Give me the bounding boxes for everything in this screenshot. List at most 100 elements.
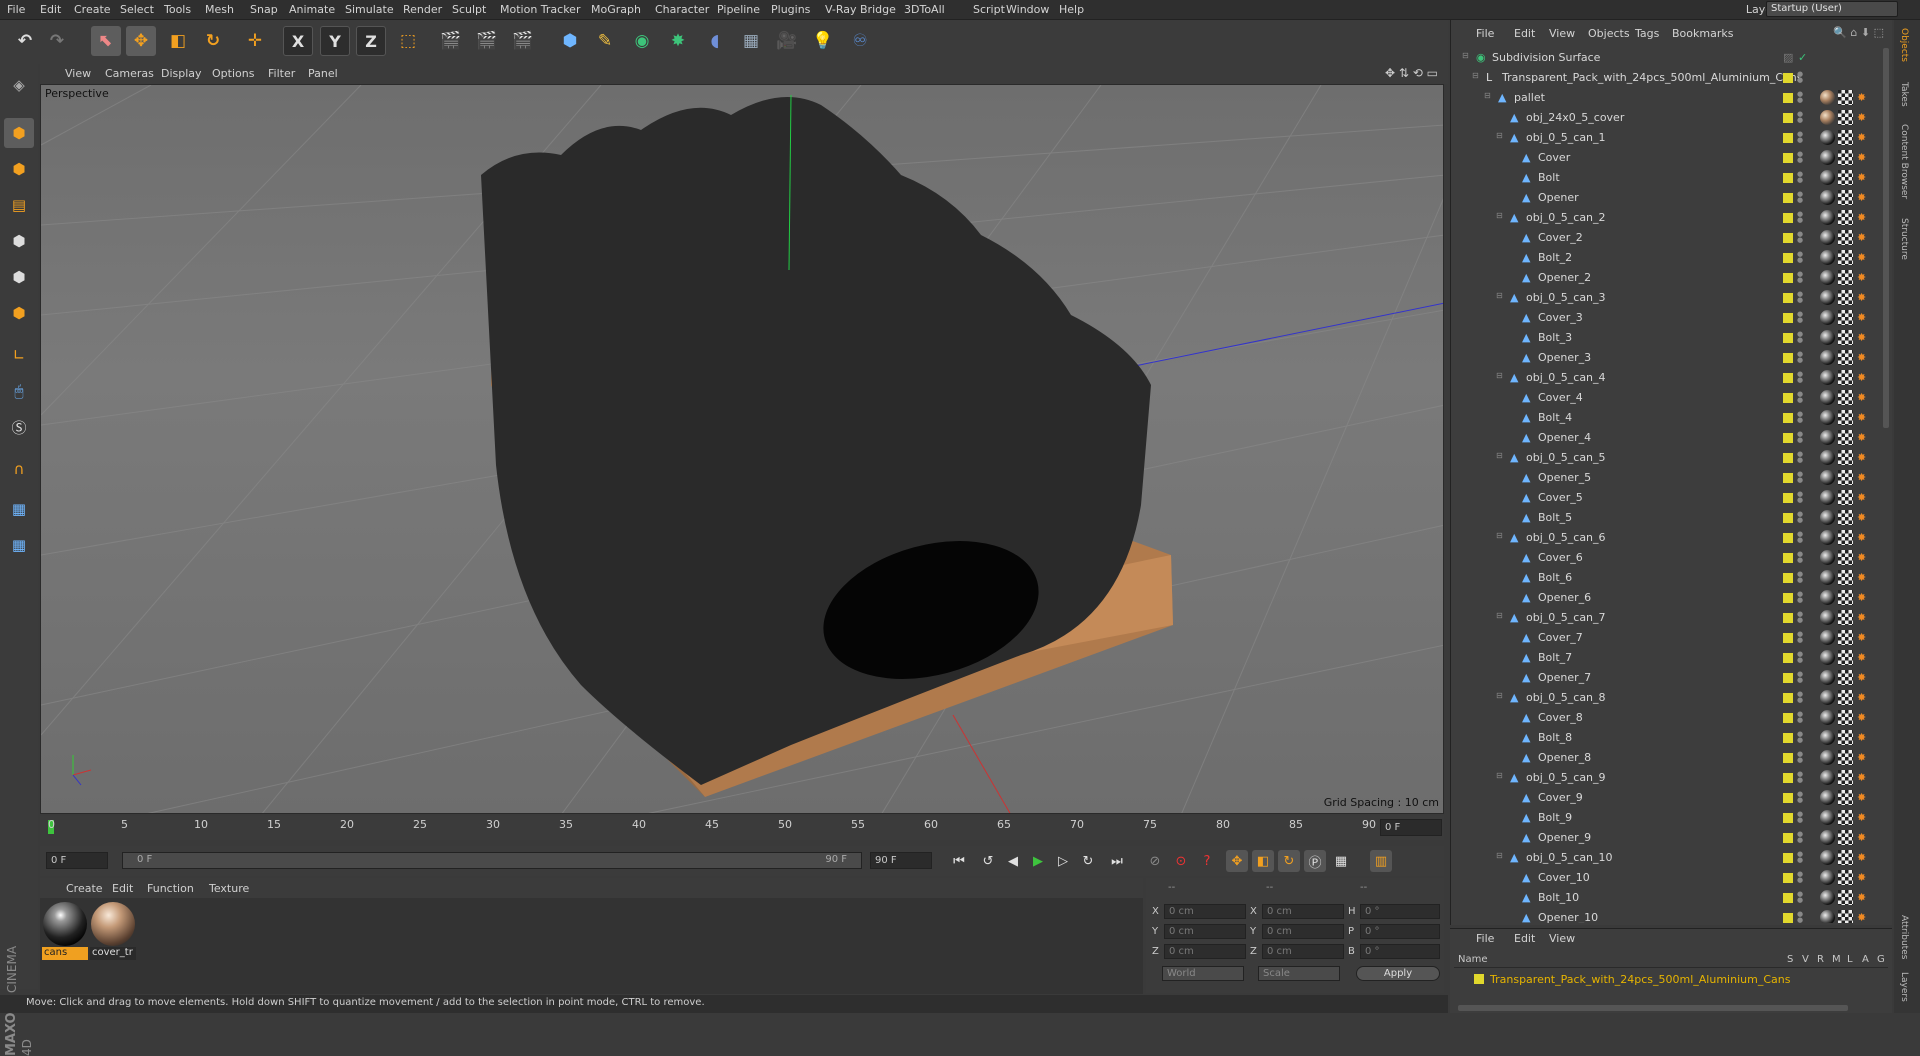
object-row[interactable]: ▲Opener_5●●✸ bbox=[1452, 468, 1886, 488]
z-axis-toggle[interactable]: Z bbox=[356, 26, 386, 56]
layer-color-swatch[interactable] bbox=[1783, 353, 1793, 363]
visibility-dots-icon[interactable]: ●● bbox=[1797, 711, 1803, 723]
floor-icon[interactable]: ▦ bbox=[736, 26, 766, 56]
uv-tag-icon[interactable] bbox=[1838, 530, 1853, 545]
material-tag-icon[interactable] bbox=[1820, 730, 1835, 745]
object-row[interactable]: ▲Cover_8●●✸ bbox=[1452, 708, 1886, 728]
layer-column-a[interactable]: A bbox=[1862, 954, 1869, 965]
rotation-h-field[interactable]: 0 ° bbox=[1360, 904, 1440, 919]
layer-color-swatch[interactable] bbox=[1783, 793, 1793, 803]
object-manager-nav-icons[interactable]: 🔍 ⌂ ⬇ ⬚ bbox=[1833, 26, 1884, 39]
object-row[interactable]: ▲Cover_10●●✸ bbox=[1452, 868, 1886, 888]
viewport-menu-display[interactable]: Display bbox=[161, 67, 202, 80]
uv-tag-icon[interactable] bbox=[1838, 190, 1853, 205]
layer-menu-view[interactable]: View bbox=[1549, 932, 1575, 945]
material-swatch-cover[interactable]: cover_tr bbox=[90, 901, 136, 959]
autokey-icon[interactable]: ⊙ bbox=[1170, 850, 1192, 872]
position-z-field[interactable]: 0 cm bbox=[1164, 944, 1246, 959]
phong-tag-icon[interactable]: ✸ bbox=[1857, 151, 1869, 163]
object-menu-view[interactable]: View bbox=[1549, 27, 1575, 40]
object-row[interactable]: ⊟▲obj_0_5_can_7●●✸ bbox=[1452, 608, 1886, 628]
layer-color-swatch[interactable] bbox=[1783, 113, 1793, 123]
undo-icon[interactable]: ↶ bbox=[10, 26, 40, 56]
phong-tag-icon[interactable]: ✸ bbox=[1857, 891, 1869, 903]
layer-color-swatch[interactable] bbox=[1783, 233, 1793, 243]
layer-color-swatch[interactable] bbox=[1783, 493, 1793, 503]
material-tag-icon[interactable] bbox=[1820, 750, 1835, 765]
uv-tag-icon[interactable] bbox=[1838, 470, 1853, 485]
prev-frame-icon[interactable]: ◀ bbox=[1002, 850, 1024, 872]
visibility-dots-icon[interactable]: ●● bbox=[1797, 651, 1803, 663]
polygons-mode-icon[interactable]: ⬢ bbox=[4, 298, 34, 328]
object-row[interactable]: ⊟▲obj_0_5_can_3●●✸ bbox=[1452, 288, 1886, 308]
layer-color-swatch[interactable] bbox=[1783, 733, 1793, 743]
transform-icon[interactable]: ✛ bbox=[240, 26, 270, 56]
visibility-dots-icon[interactable]: ●● bbox=[1797, 291, 1803, 303]
uv-tag-icon[interactable] bbox=[1838, 610, 1853, 625]
object-row[interactable]: ▲Cover_6●●✸ bbox=[1452, 548, 1886, 568]
uv-tag-icon[interactable] bbox=[1838, 790, 1853, 805]
phong-tag-icon[interactable]: ✸ bbox=[1857, 351, 1869, 363]
phong-tag-icon[interactable]: ✸ bbox=[1857, 271, 1869, 283]
visibility-dots-icon[interactable]: ●● bbox=[1797, 511, 1803, 523]
visibility-dots-icon[interactable]: ●● bbox=[1797, 311, 1803, 323]
material-tag-icon[interactable] bbox=[1820, 190, 1835, 205]
layer-color-swatch[interactable] bbox=[1783, 853, 1793, 863]
coordinate-system-icon[interactable]: ⬚ bbox=[393, 26, 423, 56]
material-tag-icon[interactable] bbox=[1820, 770, 1835, 785]
visibility-dots-icon[interactable]: ●● bbox=[1797, 611, 1803, 623]
object-row[interactable]: ▲Opener_7●●✸ bbox=[1452, 668, 1886, 688]
object-row[interactable]: ⊟▲obj_0_5_can_8●●✸ bbox=[1452, 688, 1886, 708]
material-tag-icon[interactable] bbox=[1820, 610, 1835, 625]
material-tag-icon[interactable] bbox=[1820, 530, 1835, 545]
visibility-dots-icon[interactable]: ●● bbox=[1797, 531, 1803, 543]
layer-color-swatch[interactable] bbox=[1783, 133, 1793, 143]
material-tag-icon[interactable] bbox=[1820, 130, 1835, 145]
object-menu-tags[interactable]: Tags bbox=[1635, 27, 1659, 40]
expand-toggle-icon[interactable]: ⊟ bbox=[1496, 611, 1504, 619]
rotation-p-field[interactable]: 0 ° bbox=[1360, 924, 1440, 939]
material-tag-icon[interactable] bbox=[1820, 310, 1835, 325]
layout-select[interactable]: Startup (User) bbox=[1766, 1, 1898, 17]
material-tag-icon[interactable] bbox=[1820, 330, 1835, 345]
viewport-menu-panel[interactable]: Panel bbox=[308, 67, 338, 80]
uv-tag-icon[interactable] bbox=[1838, 850, 1853, 865]
phong-tag-icon[interactable]: ✸ bbox=[1857, 711, 1869, 723]
uv-tag-icon[interactable] bbox=[1838, 250, 1853, 265]
visibility-dots-icon[interactable]: ●● bbox=[1797, 551, 1803, 563]
expand-toggle-icon[interactable]: ⊟ bbox=[1472, 71, 1480, 79]
object-row[interactable]: ⊟▲obj_0_5_can_5●●✸ bbox=[1452, 448, 1886, 468]
points-mode-icon[interactable]: ⬢ bbox=[4, 226, 34, 256]
material-tag-icon[interactable] bbox=[1820, 510, 1835, 525]
layer-color-swatch[interactable] bbox=[1783, 753, 1793, 763]
rotation-b-field[interactable]: 0 ° bbox=[1360, 944, 1440, 959]
layer-color-swatch[interactable] bbox=[1783, 813, 1793, 823]
object-row[interactable]: ⊟LTransparent_Pack_with_24pcs_500ml_Alum… bbox=[1452, 68, 1886, 88]
uv-tag-icon[interactable] bbox=[1838, 890, 1853, 905]
material-tag-icon[interactable] bbox=[1820, 650, 1835, 665]
material-tag-icon[interactable] bbox=[1820, 90, 1835, 105]
layer-color-swatch[interactable] bbox=[1783, 893, 1793, 903]
layer-scrollbar[interactable] bbox=[1458, 1005, 1848, 1011]
uv-tag-icon[interactable] bbox=[1838, 730, 1853, 745]
visibility-dots-icon[interactable]: ●● bbox=[1797, 471, 1803, 483]
phong-tag-icon[interactable]: ✸ bbox=[1857, 571, 1869, 583]
uv-tag-icon[interactable] bbox=[1838, 370, 1853, 385]
menu-help[interactable]: Help bbox=[1059, 3, 1084, 16]
phong-tag-icon[interactable]: ✸ bbox=[1857, 131, 1869, 143]
phong-tag-icon[interactable]: ✸ bbox=[1857, 791, 1869, 803]
phong-tag-icon[interactable]: ✸ bbox=[1857, 431, 1869, 443]
material-tag-icon[interactable] bbox=[1820, 150, 1835, 165]
viewport-menu-filter[interactable]: Filter bbox=[268, 67, 295, 80]
expand-toggle-icon[interactable]: ⊟ bbox=[1496, 531, 1504, 539]
layer-color-swatch[interactable] bbox=[1783, 713, 1793, 723]
model-mode-icon[interactable]: ⬢ bbox=[4, 118, 34, 148]
material-tag-icon[interactable] bbox=[1820, 670, 1835, 685]
redo-icon[interactable]: ↷ bbox=[42, 26, 72, 56]
uv-tag-icon[interactable] bbox=[1838, 90, 1853, 105]
phong-tag-icon[interactable]: ✸ bbox=[1857, 771, 1869, 783]
material-tag-icon[interactable] bbox=[1820, 570, 1835, 585]
visibility-dots-icon[interactable]: ●● bbox=[1797, 211, 1803, 223]
object-scrollbar[interactable] bbox=[1883, 48, 1889, 428]
position-y-field[interactable]: 0 cm bbox=[1164, 924, 1246, 939]
